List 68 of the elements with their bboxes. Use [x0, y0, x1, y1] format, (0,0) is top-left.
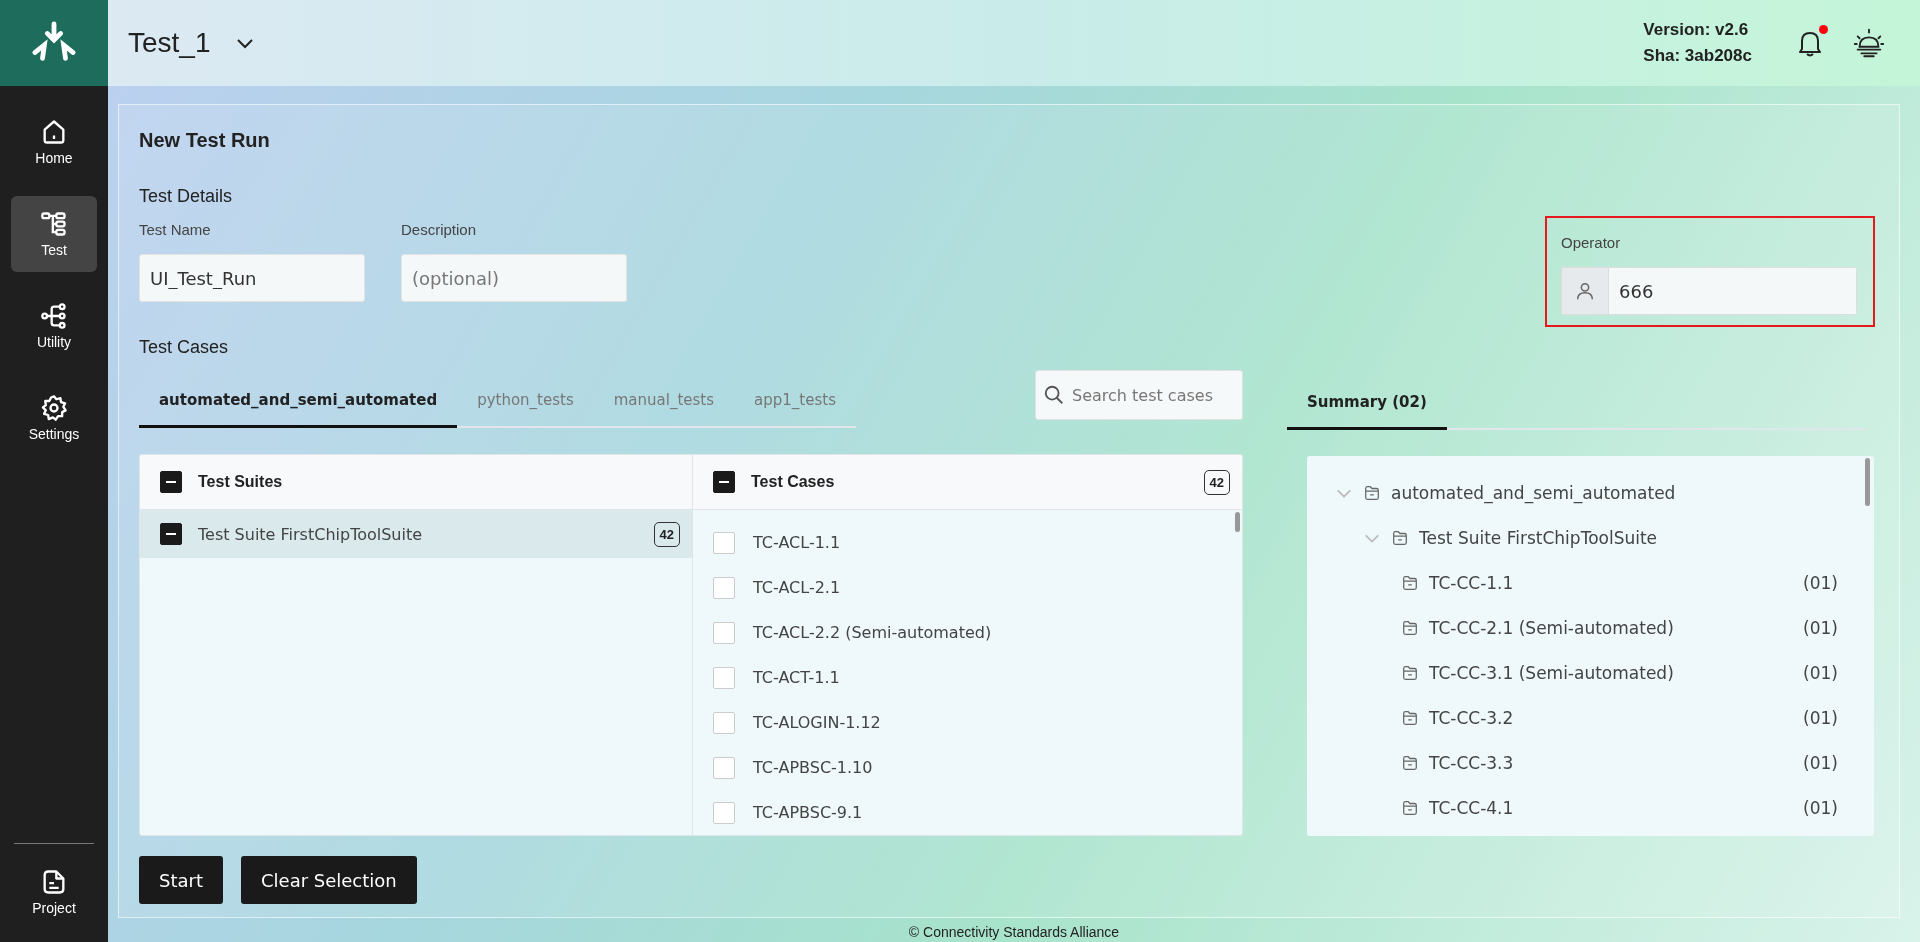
tree-item-label[interactable]: TC-CC-3.2 [1429, 707, 1794, 728]
tree-item-label[interactable]: automated_and_semi_automated [1391, 482, 1838, 503]
sunrise-icon [1852, 26, 1886, 60]
checkbox[interactable] [713, 471, 735, 493]
search-field[interactable]: Search test cases [1035, 370, 1243, 420]
tab[interactable]: Summary (02) [1287, 379, 1447, 430]
tab[interactable]: automated_and_semi_automated [139, 377, 458, 428]
sidebar-item[interactable]: Utility [11, 288, 97, 364]
action-button[interactable]: Start [139, 856, 223, 904]
settings-icon [40, 394, 68, 422]
checkbox[interactable] [160, 523, 182, 545]
scrollbar-thumb[interactable] [1865, 458, 1870, 506]
tree-item-label[interactable]: TC-CC-2.1 (Semi-automated) [1429, 617, 1794, 638]
folder-icon [1401, 618, 1419, 637]
tree-item-label[interactable]: Test Suite FirstChipToolSuite [1419, 527, 1838, 548]
checkbox[interactable] [160, 471, 182, 493]
tree-item-label[interactable]: TC-CC-3.1 (Semi-automated) [1429, 662, 1794, 683]
test-case-name: TC-APBSC-1.10 [753, 758, 874, 777]
sidebar-item[interactable]: Settings [11, 380, 97, 456]
count-badge: 42 [653, 521, 680, 547]
section-heading: Test Details [139, 186, 234, 207]
user-icon [1574, 280, 1596, 302]
count-text: (01) [1803, 707, 1838, 728]
count-text: (01) [1803, 617, 1838, 638]
sha-text: Sha: 3ab208c [1643, 45, 1752, 67]
test-case-name: TC-ACL-2.2 (Semi-automated) [753, 623, 993, 642]
operator-field[interactable]: 666 [1561, 267, 1857, 315]
folder-icon [1401, 798, 1419, 817]
hierarchy-icon [40, 210, 68, 238]
input-field[interactable]: UI_Test_Run [139, 254, 365, 302]
scrollbar-thumb[interactable] [1235, 512, 1240, 532]
sidebar-item[interactable]: Home [11, 104, 97, 180]
test-case-name: TC-APBSC-9.1 [753, 803, 864, 822]
tree-item-label[interactable]: TC-CC-3.3 [1429, 752, 1794, 773]
test-case-name: TC-ACT-1.1 [753, 668, 841, 687]
suite-row[interactable]: Test Suite FirstChipToolSuite 42 [140, 510, 692, 558]
folder-icon [1391, 528, 1409, 547]
page-title: New Test Run [139, 129, 271, 152]
action-button[interactable]: Clear Selection [241, 856, 417, 904]
section-heading: Test Cases [139, 337, 230, 358]
version-text: Version: v2.6 [1643, 19, 1750, 41]
field-label: Operator [1561, 234, 1622, 251]
field-label: Test Name [139, 221, 212, 238]
count-text: (01) [1803, 662, 1838, 683]
tree-item-label[interactable]: TC-CC-1.1 [1429, 572, 1794, 593]
tree-item-label[interactable]: TC-CC-4.1 [1429, 797, 1794, 818]
test-case-name: TC-ACL-1.1 [753, 533, 842, 552]
footer-copyright: © Connectivity Standards Alliance [908, 924, 1120, 940]
folder-icon [1401, 573, 1419, 592]
sidebar-item[interactable]: Project [11, 854, 97, 930]
folder-icon [1363, 483, 1381, 502]
count-text: (01) [1803, 572, 1838, 593]
folder-icon [1401, 753, 1419, 772]
suite-name: Test Suite FirstChipToolSuite [198, 524, 424, 544]
count-badge: 42 [1203, 469, 1230, 495]
branch-icon [40, 302, 68, 330]
column-title: Test Suites [198, 473, 284, 491]
field-label: Description [401, 221, 478, 238]
test-case-name: TC-ALOGIN-1.12 [753, 713, 882, 732]
project-dropdown[interactable]: Test_1 [122, 26, 261, 60]
count-text: (01) [1803, 797, 1838, 818]
column-title: Test Cases [751, 473, 836, 491]
sidebar-item[interactable]: Test [11, 196, 97, 272]
folder-icon [1401, 663, 1419, 682]
test-case-name: TC-ACL-2.1 [753, 578, 842, 597]
count-text: (01) [1803, 752, 1838, 773]
input-field[interactable]: (optional) [401, 254, 627, 302]
folder-icon [1401, 708, 1419, 727]
